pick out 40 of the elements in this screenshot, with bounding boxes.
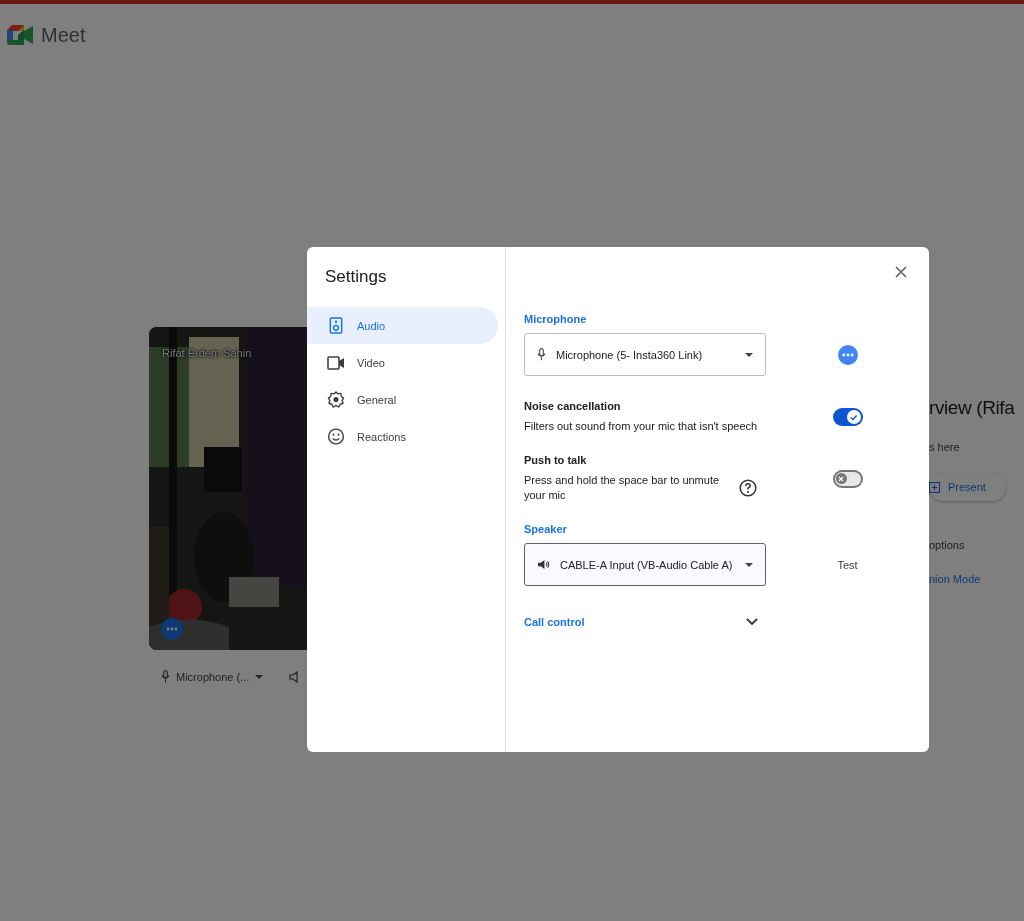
close-icon <box>837 474 845 483</box>
more-icon[interactable] <box>837 344 858 365</box>
smiley-icon <box>327 428 345 445</box>
caret-icon <box>255 674 264 679</box>
caret-icon <box>745 352 753 357</box>
speaker-select[interactable]: CABLE-A Input (VB-Audio Cable A) <box>524 543 766 586</box>
setting-description: Filters out sound from your mic that isn't speech <box>524 419 758 434</box>
more-icon <box>166 627 178 631</box>
close-icon[interactable] <box>895 266 907 278</box>
app-name: Meet <box>41 23 86 47</box>
section-label: Speaker <box>524 523 568 535</box>
test-button[interactable]: Test <box>827 552 868 577</box>
microphone-icon <box>161 670 170 683</box>
toggle-switch[interactable] <box>832 469 863 488</box>
meeting-heading: rview (Rifa <box>929 397 1015 419</box>
settings-tab[interactable]: Video <box>307 344 498 381</box>
check-icon <box>849 412 858 422</box>
speaker-icon <box>537 559 550 570</box>
setting-title: Noise cancellation <box>524 400 622 412</box>
settings-tab[interactable]: General <box>307 381 498 418</box>
section-label: Microphone <box>524 313 588 325</box>
settings-tab[interactable]: Audio <box>307 307 498 344</box>
call-control-expander[interactable]: Call control <box>524 616 758 628</box>
speaker-icon <box>327 317 345 334</box>
microphone-select[interactable]: Microphone (5- Insta360 Link) <box>524 333 766 376</box>
microphone-dropdown[interactable]: Microphone (... <box>161 670 264 683</box>
present-icon <box>929 481 940 493</box>
video-camera-icon <box>327 355 345 370</box>
settings-icon <box>327 391 345 408</box>
setting-description: Press and hold the space bar to unmute your mic <box>524 473 721 503</box>
caret-icon <box>745 562 753 567</box>
settings-tab[interactable]: Reactions <box>307 418 498 455</box>
microphone-icon <box>537 348 546 361</box>
toggle-switch[interactable] <box>832 408 863 426</box>
setting-title: Push to talk <box>524 454 588 466</box>
meet-logo-icon <box>5 23 35 47</box>
options-label: options <box>929 539 965 551</box>
help-icon[interactable] <box>739 479 757 497</box>
dialog-title: Settings <box>324 266 388 287</box>
meeting-subtext: s here <box>929 441 960 453</box>
